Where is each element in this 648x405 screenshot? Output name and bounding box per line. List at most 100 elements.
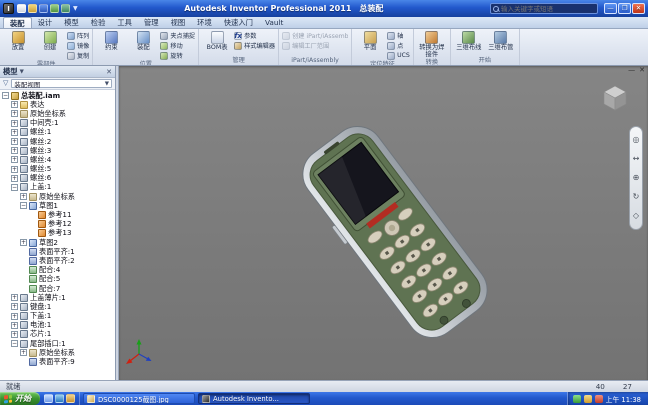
ribbon-button[interactable]: 约束: [96, 30, 126, 60]
ribbon-button[interactable]: 阵列: [67, 31, 89, 40]
tree-item[interactable]: + 中间壳:1: [0, 118, 115, 128]
assembly-view-dropdown[interactable]: 装配视图 ▼: [11, 79, 112, 89]
ribbon-tab-2[interactable]: 设计: [32, 17, 59, 28]
expand-toggle[interactable]: +: [11, 110, 18, 118]
open-icon[interactable]: [28, 4, 37, 13]
graphics-window[interactable]: — ✕ ◎ ↔ ⊕ ↻ ◇: [119, 66, 648, 380]
fx-icon: fx: [234, 31, 243, 40]
expand-toggle[interactable]: −: [2, 92, 9, 100]
start-button[interactable]: 开始: [0, 392, 40, 405]
tree-item[interactable]: + 下盖:1: [0, 311, 115, 321]
expand-toggle[interactable]: +: [11, 321, 18, 329]
chevron-down-icon[interactable]: ▼: [73, 5, 78, 12]
ribbon-tab-7[interactable]: 视图: [165, 17, 192, 28]
expand-toggle[interactable]: +: [20, 193, 27, 201]
undo-icon[interactable]: [50, 4, 59, 13]
minimize-button[interactable]: —: [604, 3, 617, 14]
tray-icon-3[interactable]: [594, 394, 603, 403]
show-desktop-icon[interactable]: [44, 394, 53, 403]
close-button[interactable]: ✕: [632, 3, 645, 14]
browser-close-icon[interactable]: ✕: [106, 68, 112, 76]
tree-item[interactable]: + 螺丝:4: [0, 155, 115, 164]
tree-item[interactable]: + 键盘:1: [0, 302, 115, 311]
ribbon-button[interactable]: 复制: [67, 51, 89, 60]
tree-item[interactable]: − 总装配.iam: [0, 91, 115, 100]
ribbon-button[interactable]: 移动: [160, 41, 195, 50]
new-icon[interactable]: [17, 4, 26, 13]
phone-model[interactable]: [119, 66, 648, 380]
full-navigation-wheel-icon[interactable]: ◎: [631, 135, 641, 145]
expand-toggle[interactable]: +: [20, 239, 27, 247]
ribbon-button[interactable]: 轴: [387, 31, 410, 40]
orbit-icon[interactable]: ↻: [631, 192, 641, 202]
expand-toggle[interactable]: +: [11, 138, 18, 146]
redo-icon[interactable]: [61, 4, 70, 13]
expand-toggle[interactable]: +: [11, 294, 18, 302]
ribbon-button[interactable]: UCS: [387, 51, 410, 60]
tree-item[interactable]: + 螺丝:6: [0, 173, 115, 183]
taskbar-task[interactable]: DSC0000125截图.jpg: [83, 393, 195, 404]
chevron-down-icon[interactable]: ▼: [20, 69, 24, 75]
save-icon[interactable]: [39, 4, 48, 13]
ribbon-button[interactable]: 夹点捕捉: [160, 31, 195, 40]
ribbon-button[interactable]: 点: [387, 41, 410, 50]
folder-launcher-icon[interactable]: [66, 394, 75, 403]
document-minimize-icon[interactable]: —: [628, 67, 635, 74]
tray-icon-2[interactable]: [583, 394, 592, 403]
search-input[interactable]: [501, 4, 595, 13]
tree-item[interactable]: + 螺丝:5: [0, 164, 115, 174]
ribbon-tab-4[interactable]: 检验: [85, 17, 112, 28]
ribbon-tab-8[interactable]: 环境: [191, 17, 218, 28]
browser-launcher-icon[interactable]: [55, 394, 64, 403]
ribbon-button[interactable]: fx 参数: [234, 31, 275, 40]
expand-toggle[interactable]: −: [11, 340, 18, 348]
document-close-icon[interactable]: ✕: [639, 67, 645, 74]
tree-item[interactable]: + 螺丝:3: [0, 146, 115, 155]
tray-icon-1[interactable]: [572, 394, 581, 403]
ribbon-tab-3[interactable]: 模型: [58, 17, 85, 28]
pan-icon[interactable]: ↔: [631, 154, 641, 164]
ribbon-tab-5[interactable]: 工具: [111, 17, 138, 28]
expand-toggle[interactable]: +: [11, 303, 18, 311]
ribbon-button[interactable]: 样式编辑器: [234, 41, 275, 50]
tree-item[interactable]: + 螺丝:1: [0, 127, 115, 137]
reference-icon: [38, 211, 46, 220]
tree-item[interactable]: + 电池:1: [0, 320, 115, 330]
ribbon-button[interactable]: 装配: [128, 30, 158, 60]
maximize-button[interactable]: ❐: [618, 3, 631, 14]
expand-toggle[interactable]: +: [11, 119, 18, 127]
expand-toggle[interactable]: −: [20, 202, 27, 210]
ribbon-tab-10[interactable]: Vault: [259, 17, 289, 28]
expand-toggle[interactable]: +: [11, 156, 18, 164]
ribbon-tab-1[interactable]: 装配: [3, 17, 32, 28]
look-at-icon[interactable]: ◇: [631, 211, 641, 221]
ribbon-button[interactable]: 三维布线: [454, 30, 484, 56]
tree-item[interactable]: 表面平齐:9: [0, 357, 115, 367]
expand-toggle[interactable]: +: [11, 174, 18, 182]
ribbon-button[interactable]: 旋转: [160, 51, 195, 60]
expand-toggle[interactable]: +: [11, 165, 18, 173]
ribbon-button[interactable]: BOM表: [202, 30, 232, 56]
expand-toggle[interactable]: +: [20, 349, 27, 357]
filter-icon[interactable]: ▽: [3, 80, 8, 87]
expand-toggle[interactable]: +: [11, 330, 18, 338]
taskbar-task[interactable]: Autodesk Invento...: [198, 393, 310, 404]
expand-toggle[interactable]: +: [11, 128, 18, 136]
ribbon-button[interactable]: 转换为焊接件: [417, 30, 447, 58]
ribbon-button[interactable]: 镜像: [67, 41, 89, 50]
ribbon-button[interactable]: 创建: [35, 30, 65, 60]
zoom-icon[interactable]: ⊕: [631, 173, 641, 183]
expand-toggle[interactable]: −: [11, 183, 18, 191]
tree-item[interactable]: + 上盖薄片:1: [0, 293, 115, 302]
expand-toggle[interactable]: +: [11, 101, 18, 109]
expand-toggle[interactable]: +: [11, 147, 18, 155]
view-cube[interactable]: [598, 80, 632, 114]
ribbon-button[interactable]: 平面: [355, 30, 385, 60]
expand-toggle[interactable]: +: [11, 312, 18, 320]
inventor-logo-icon[interactable]: I: [3, 3, 14, 14]
ribbon-button[interactable]: 放置: [3, 30, 33, 60]
ribbon-tab-6[interactable]: 管理: [138, 17, 165, 28]
ribbon-tab-9[interactable]: 快速入门: [218, 17, 259, 28]
ribbon-button[interactable]: 三维布管: [486, 30, 516, 56]
tree-item[interactable]: + 螺丝:2: [0, 137, 115, 146]
